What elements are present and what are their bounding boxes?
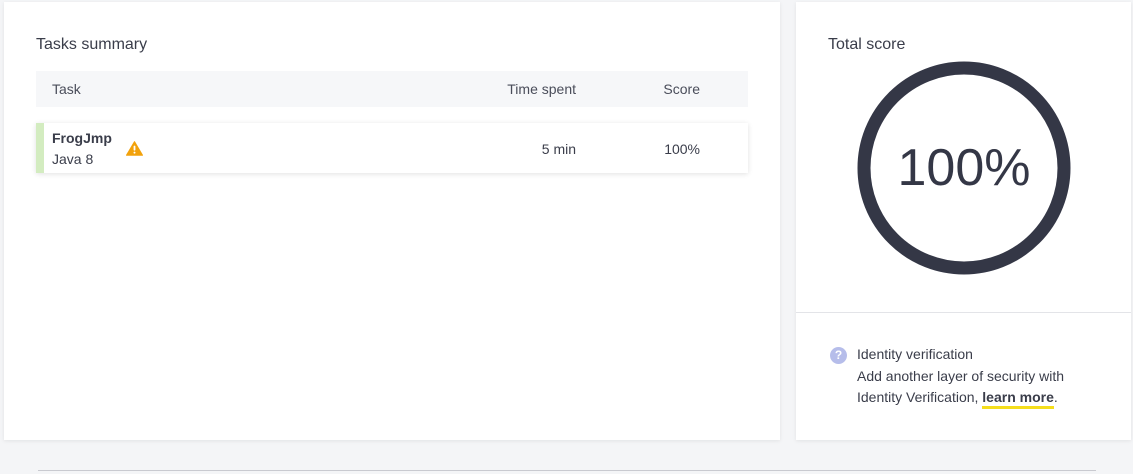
page: Tasks summary Task Time spent Score Frog… [0,0,1133,474]
learn-more-link[interactable]: learn more [982,389,1054,409]
table-row[interactable]: FrogJmp Java 8 5 min 100% [36,123,748,173]
bottom-divider [38,470,1096,471]
tasks-summary-card: Tasks summary Task Time spent Score Frog… [4,2,780,440]
task-language: Java 8 [52,151,94,167]
column-header-task: Task [52,81,81,97]
identity-verification-description: Add another layer of security with [857,368,1064,384]
total-score-title: Total score [828,36,906,53]
total-score-card: Total score 100% ? Identity verification… [796,2,1131,440]
divider [796,312,1131,313]
tasks-summary-title: Tasks summary [36,36,148,53]
identity-verification-description-line2: Identity Verification, learn more. [857,389,1058,409]
column-header-time-spent: Time spent [507,81,576,97]
identity-verification-prefix: Identity Verification, [857,389,983,405]
identity-verification-title: Identity verification [857,346,973,362]
warning-icon[interactable] [126,141,143,156]
identity-verification-suffix: . [1053,389,1058,405]
help-icon[interactable]: ? [830,347,847,364]
task-score: 100% [664,141,700,157]
tasks-table-header: Task Time spent Score [36,71,748,107]
total-score-value: 100% [897,139,1031,197]
column-header-score: Score [663,81,700,97]
task-time-spent: 5 min [541,141,576,157]
row-status-accent [36,123,44,173]
task-name: FrogJmp [52,130,112,146]
